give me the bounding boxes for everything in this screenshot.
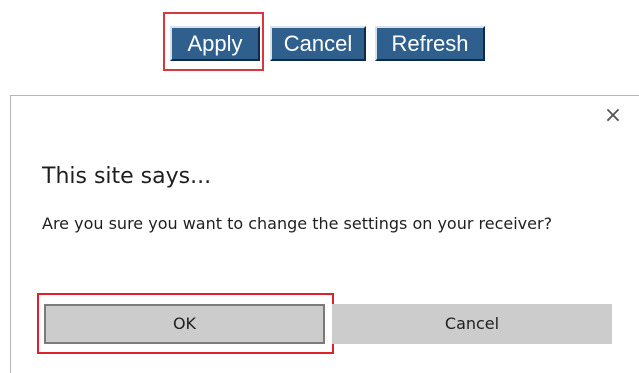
dialog-ok-button[interactable]: OK <box>44 304 325 344</box>
apply-button[interactable]: Apply <box>170 26 260 61</box>
dialog-title: This site says... <box>42 164 212 189</box>
dialog-message: Are you sure you want to change the sett… <box>42 214 553 233</box>
close-icon[interactable]: × <box>599 102 627 130</box>
dialog-cancel-button[interactable]: Cancel <box>332 304 612 344</box>
refresh-button[interactable]: Refresh <box>375 26 485 61</box>
cancel-button[interactable]: Cancel <box>270 26 366 61</box>
confirm-dialog: × This site says... Are you sure you wan… <box>10 95 639 373</box>
